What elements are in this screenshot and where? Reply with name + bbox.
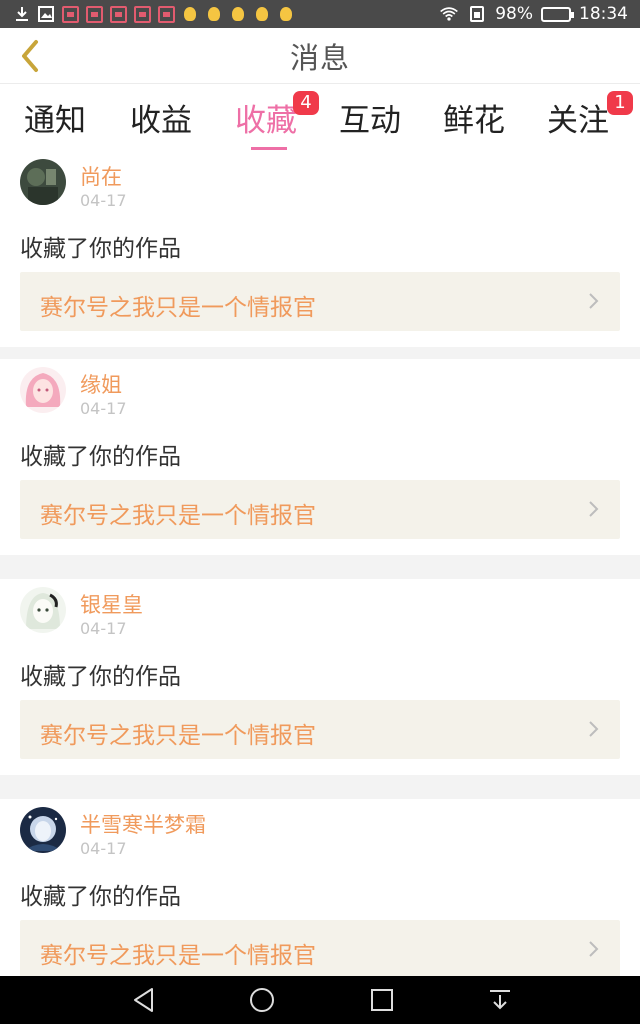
work-link[interactable]: 赛尔号之我只是一个情报官 (20, 272, 620, 331)
app-notification-icon (84, 5, 104, 23)
list-item: 半雪寒半梦霜 04-17 收藏了你的作品 赛尔号之我只是一个情报官 (0, 799, 640, 976)
username[interactable]: 银星皇 (80, 589, 143, 619)
chevron-right-icon (589, 941, 599, 957)
avatar[interactable] (20, 587, 66, 633)
square-recents-icon (371, 989, 393, 1011)
bulb-icon (252, 5, 272, 23)
chevron-right-icon (589, 293, 599, 309)
username[interactable]: 缘姐 (80, 369, 122, 399)
action-text: 收藏了你的作品 (20, 884, 181, 910)
battery-icon (541, 6, 574, 22)
status-system: 98% 18:34 (439, 4, 628, 24)
bulb-icon (204, 5, 224, 23)
triangle-back-icon (134, 988, 153, 1012)
tab-label: 收藏 (235, 103, 297, 139)
back-button[interactable] (10, 36, 50, 76)
tab-notifications[interactable]: 通知 (24, 95, 86, 145)
tab-label: 通知 (24, 103, 86, 139)
work-link[interactable]: 赛尔号之我只是一个情报官 (20, 480, 620, 539)
timestamp: 04-17 (80, 399, 127, 418)
chevron-left-icon (22, 40, 38, 72)
tab-follows[interactable]: 关注 1 (547, 91, 633, 145)
app-header: 消息 (0, 28, 640, 84)
action-text: 收藏了你的作品 (20, 236, 181, 262)
bulb-icon (276, 5, 296, 23)
list-item: 尚在 04-17 收藏了你的作品 赛尔号之我只是一个情报官 (0, 151, 640, 347)
timestamp: 04-17 (80, 619, 127, 638)
nav-back-button[interactable] (130, 986, 158, 1014)
work-link[interactable]: 赛尔号之我只是一个情报官 (20, 700, 620, 759)
status-notifications (12, 5, 439, 23)
avatar[interactable] (20, 159, 66, 205)
active-tab-indicator (251, 147, 287, 150)
system-nav-bar (0, 976, 640, 1024)
tab-interactions[interactable]: 互动 (339, 95, 401, 145)
work-title: 赛尔号之我只是一个情报官 (40, 295, 316, 321)
app-notification-icon (60, 5, 80, 23)
bulb-icon (228, 5, 248, 23)
tab-flowers[interactable]: 鲜花 (443, 95, 505, 145)
status-bar: 98% 18:34 (0, 0, 640, 28)
work-title: 赛尔号之我只是一个情报官 (40, 723, 316, 749)
username[interactable]: 尚在 (80, 161, 122, 191)
avatar[interactable] (20, 367, 66, 413)
work-title: 赛尔号之我只是一个情报官 (40, 943, 316, 969)
page-title: 消息 (289, 40, 350, 75)
sim-icon (467, 5, 487, 23)
tab-earnings[interactable]: 收益 (130, 95, 192, 145)
username[interactable]: 半雪寒半梦霜 (80, 809, 206, 839)
timestamp: 04-17 (80, 191, 127, 210)
tab-label: 收益 (130, 103, 192, 139)
image-icon (36, 5, 56, 23)
tab-label: 互动 (339, 103, 401, 139)
tab-bar: 通知 收益 收藏 4 互动 鲜花 关注 1 (0, 85, 640, 151)
nav-notifications-button[interactable] (486, 986, 514, 1014)
download-icon (12, 5, 32, 23)
pull-down-icon (490, 990, 510, 1010)
nav-home-button[interactable] (248, 986, 276, 1014)
work-link[interactable]: 赛尔号之我只是一个情报官 (20, 920, 620, 976)
tab-label: 关注 (547, 103, 609, 139)
list-item: 缘姐 04-17 收藏了你的作品 赛尔号之我只是一个情报官 (0, 359, 640, 555)
app-notification-icon (156, 5, 176, 23)
clock: 18:34 (579, 4, 628, 24)
screen: 98% 18:34 消息 通知 收益 收藏 4 互动 鲜花 关注 1 尚在 04… (0, 0, 640, 1024)
list-item: 银星皇 04-17 收藏了你的作品 赛尔号之我只是一个情报官 (0, 579, 640, 775)
wifi-icon (439, 5, 459, 23)
battery-percent: 98% (495, 4, 533, 24)
app-notification-icon (108, 5, 128, 23)
tab-badge: 1 (607, 91, 633, 115)
work-title: 赛尔号之我只是一个情报官 (40, 503, 316, 529)
timestamp: 04-17 (80, 839, 127, 858)
circle-home-icon (250, 988, 274, 1012)
chevron-right-icon (589, 721, 599, 737)
message-list[interactable]: 尚在 04-17 收藏了你的作品 赛尔号之我只是一个情报官 缘姐 04-17 收… (0, 151, 640, 976)
tab-label: 鲜花 (443, 103, 505, 139)
avatar[interactable] (20, 807, 66, 853)
tab-favorites[interactable]: 收藏 4 (235, 91, 319, 150)
nav-recents-button[interactable] (368, 986, 396, 1014)
action-text: 收藏了你的作品 (20, 664, 181, 690)
chevron-right-icon (589, 501, 599, 517)
app-notification-icon (132, 5, 152, 23)
action-text: 收藏了你的作品 (20, 444, 181, 470)
bulb-icon (180, 5, 200, 23)
tab-badge: 4 (293, 91, 319, 115)
